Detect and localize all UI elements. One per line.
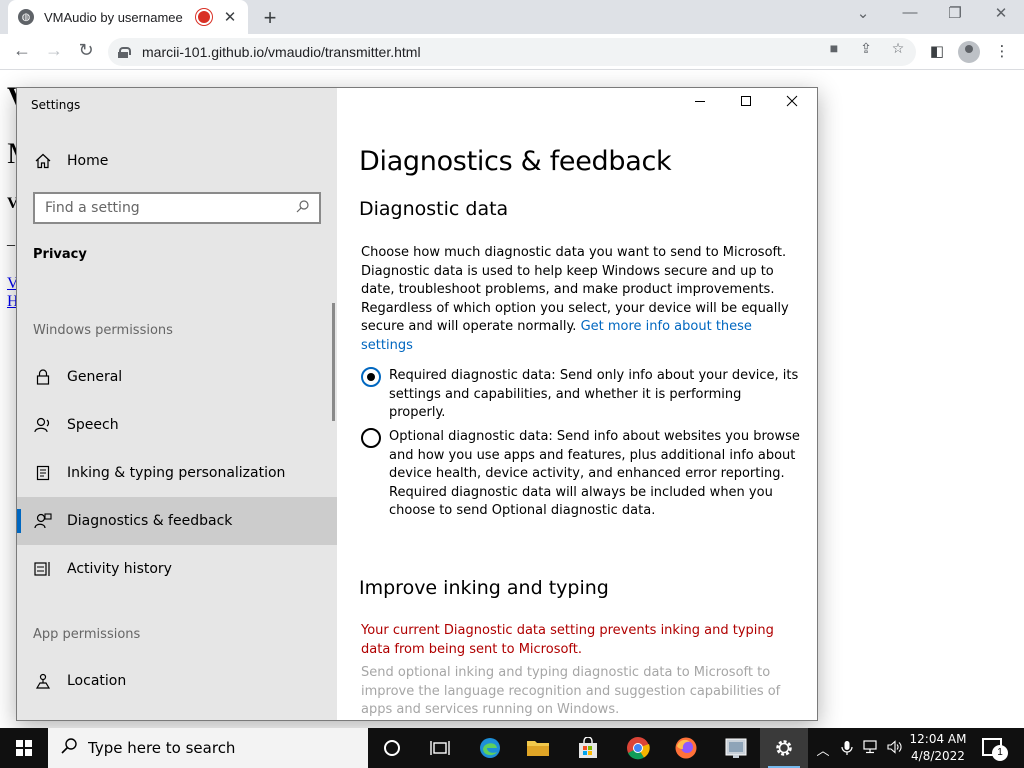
speech-icon (33, 415, 53, 435)
volume-icon[interactable] (886, 740, 904, 757)
diagnostics-icon (33, 511, 53, 531)
radio-required-label: Required diagnostic data: Send only info… (389, 368, 799, 421)
maximize-icon[interactable] (723, 94, 769, 116)
diagnostic-data-heading: Diagnostic data (359, 198, 509, 220)
window-title: Settings (31, 98, 81, 112)
file-explorer-icon[interactable] (514, 728, 562, 768)
page-title: Diagnostics & feedback (359, 146, 672, 177)
menu-kebab-icon[interactable]: ⋮ (992, 42, 1012, 60)
windows-logo-icon (16, 740, 32, 756)
lock-icon (33, 367, 53, 387)
browser-tab[interactable]: ◍ VMAudio by usernamee ✕ (8, 0, 248, 34)
category-label: Privacy (33, 247, 87, 262)
tab-search-icon[interactable]: ⌄ (848, 4, 878, 22)
store-icon[interactable] (564, 728, 612, 768)
location-icon (33, 671, 53, 691)
taskbar-search[interactable] (48, 728, 368, 768)
search-icon[interactable] (291, 200, 313, 216)
nav-home[interactable]: Home (17, 137, 337, 185)
find-setting-search[interactable] (33, 192, 321, 224)
url-text: marcii-101.github.io/vmaudio/transmitter… (142, 44, 421, 60)
minimize-button[interactable]: — (895, 4, 925, 21)
new-tab-button[interactable]: + (258, 5, 282, 31)
nav-inking-label: Inking & typing personalization (67, 465, 286, 481)
clock-time: 12:04 AM (909, 732, 967, 746)
nav-speech-label: Speech (67, 417, 119, 433)
chrome-icon[interactable] (614, 728, 662, 768)
start-button[interactable] (0, 728, 48, 768)
microphone-icon[interactable] (838, 740, 856, 759)
page-text-fragment: _ (7, 231, 15, 248)
minimize-icon[interactable] (677, 94, 723, 116)
radio-required-option[interactable]: Required diagnostic data: Send only info… (361, 367, 801, 423)
nav-general-label: General (67, 369, 123, 385)
tray-chevron-up-icon[interactable]: ︿ (814, 740, 832, 759)
settings-nav-pane: Settings Home Privacy Windows permission… (17, 88, 337, 720)
nav-diagnostics-feedback[interactable]: Diagnostics & feedback (17, 497, 337, 545)
address-bar[interactable]: marcii-101.github.io/vmaudio/transmitter… (108, 38, 916, 66)
settings-window: Settings Home Privacy Windows permission… (16, 87, 818, 721)
nav-activity-label: Activity history (67, 561, 172, 577)
forward-icon[interactable]: → (42, 40, 66, 61)
back-icon[interactable]: ← (10, 40, 34, 61)
system-clock[interactable]: 12:04 AM 4/8/2022 (906, 731, 970, 765)
nav-general[interactable]: General (17, 353, 337, 401)
settings-content-pane: Diagnostics & feedback Diagnostic data C… (337, 88, 817, 720)
close-icon[interactable] (769, 94, 815, 116)
browser-toolbar: ← → ↻ marcii-101.github.io/vmaudio/trans… (0, 34, 1024, 70)
nav-activity-history[interactable]: Activity history (17, 545, 337, 593)
home-icon (33, 151, 53, 171)
nav-location[interactable]: Location (17, 657, 337, 705)
radio-required[interactable] (361, 367, 381, 387)
reload-icon[interactable]: ↻ (74, 40, 98, 61)
settings-gear-icon[interactable] (760, 728, 808, 768)
taskbar: ︿ 12:04 AM 4/8/2022 1 (0, 728, 1024, 768)
clock-date: 4/8/2022 (911, 749, 965, 763)
recording-icon (198, 11, 210, 23)
nav-speech[interactable]: Speech (17, 401, 337, 449)
nav-diagnostics-label: Diagnostics & feedback (67, 513, 233, 529)
restore-button[interactable]: ❐ (940, 4, 970, 22)
bookmark-star-icon[interactable]: ☆ (888, 40, 908, 57)
tab-close-icon[interactable]: ✕ (222, 8, 238, 26)
improve-inking-heading: Improve inking and typing (359, 577, 609, 599)
radio-optional-option[interactable]: Optional diagnostic data: Send info abou… (361, 428, 801, 521)
taskbar-search-input[interactable] (88, 739, 368, 757)
inking-icon (33, 463, 53, 483)
profile-avatar[interactable] (958, 41, 980, 63)
network-icon[interactable] (862, 740, 880, 757)
activity-icon (33, 559, 53, 579)
lock-icon (118, 46, 131, 58)
cortana-icon[interactable] (368, 728, 416, 768)
browser-tabstrip: ◍ VMAudio by usernamee ✕ + ⌄ — ❐ ✕ (0, 0, 1024, 34)
close-window-button[interactable]: ✕ (986, 4, 1016, 22)
search-icon (60, 737, 78, 760)
camera-icon[interactable]: ■ (824, 40, 844, 56)
windows-permissions-heading: Windows permissions (33, 323, 173, 338)
share-icon[interactable]: ⇪ (856, 40, 876, 57)
globe-icon: ◍ (18, 9, 34, 25)
nav-scrollbar[interactable] (332, 303, 335, 421)
edge-icon[interactable] (466, 728, 514, 768)
radio-optional[interactable] (361, 428, 381, 448)
notification-badge: 1 (992, 745, 1008, 761)
nav-home-label: Home (67, 153, 109, 169)
tab-title: VMAudio by usernamee (44, 9, 183, 25)
task-view-icon[interactable] (416, 728, 464, 768)
diagnostic-description: Choose how much diagnostic data you want… (361, 244, 801, 356)
inking-warning-text: Your current Diagnostic data setting pre… (361, 623, 774, 657)
inking-description: Send optional inking and typing diagnost… (361, 665, 781, 718)
radio-optional-label: Optional diagnostic data: Send info abou… (389, 429, 800, 519)
nav-location-label: Location (67, 673, 127, 689)
firefox-icon[interactable] (662, 728, 710, 768)
nav-inking-typing[interactable]: Inking & typing personalization (17, 449, 337, 497)
app-window-icon[interactable] (712, 728, 760, 768)
side-panel-icon[interactable]: ◧ (927, 42, 947, 60)
find-setting-input[interactable] (45, 200, 291, 216)
app-permissions-heading: App permissions (33, 627, 141, 642)
